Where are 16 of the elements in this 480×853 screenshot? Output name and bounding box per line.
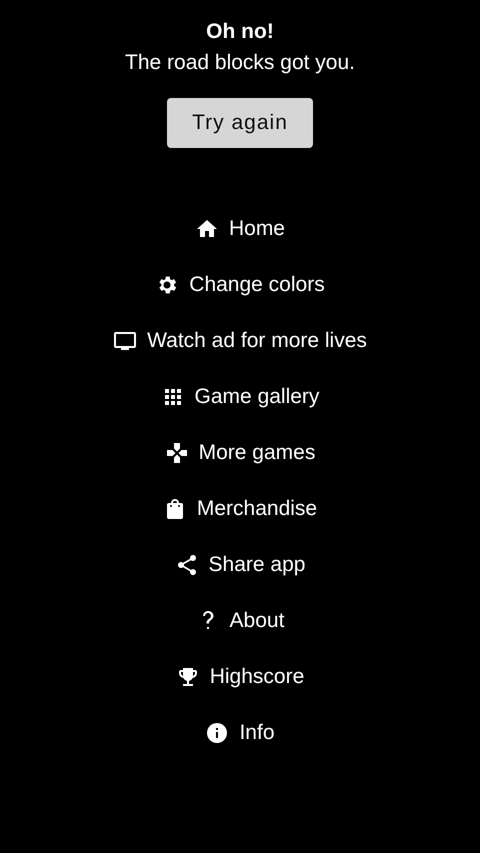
menu-item[interactable]: Highscore xyxy=(176,661,304,693)
menu-item[interactable]: About xyxy=(196,605,284,637)
menu-item[interactable]: More games xyxy=(164,437,316,469)
menu-item[interactable]: Info xyxy=(205,717,274,749)
menu-item[interactable]: Merchandise xyxy=(162,493,318,525)
menu-item[interactable]: Share app xyxy=(174,549,306,581)
menu-item[interactable]: Game gallery xyxy=(160,381,320,413)
gamepad-icon xyxy=(164,441,189,465)
menu-item[interactable]: Watch ad for more lives xyxy=(113,325,367,357)
info-icon xyxy=(205,721,230,745)
menu-item[interactable]: Home xyxy=(194,213,285,245)
try-again-button[interactable]: Try again xyxy=(167,98,313,148)
monitor-icon xyxy=(113,329,138,353)
message-title: Oh no! xyxy=(206,19,274,45)
message-text: The road blocks got you. xyxy=(125,50,355,76)
menu-item[interactable]: Change colors xyxy=(155,269,325,301)
